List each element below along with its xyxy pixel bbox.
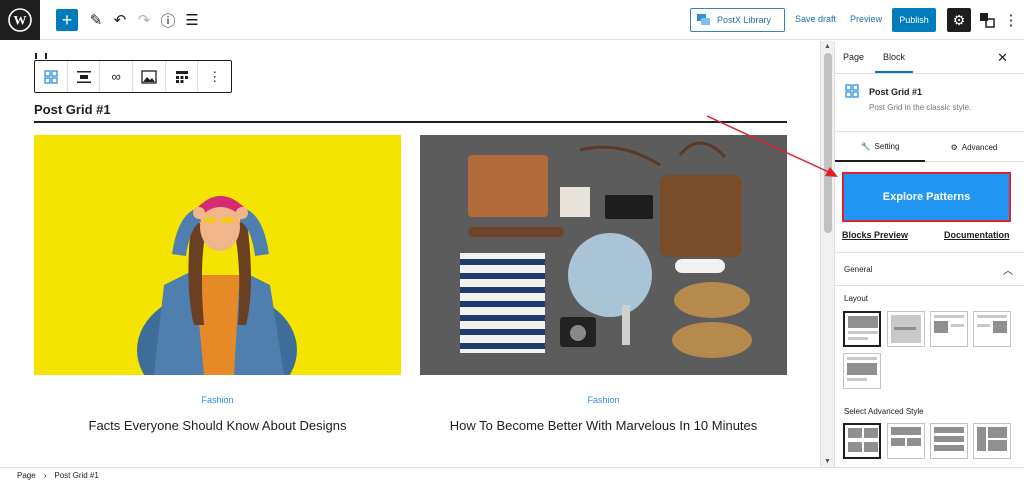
post-grid-block-icon[interactable]: [35, 61, 68, 92]
table-layout-icon[interactable]: [166, 61, 199, 92]
chevron-right-icon: ›: [43, 471, 47, 480]
wrench-icon: 🔧: [860, 141, 871, 151]
block-toolbar: ∞ ⋮: [34, 60, 232, 93]
heading-fragment: [35, 53, 47, 59]
layout-option-1[interactable]: [843, 311, 881, 347]
postx-sidebar-icon[interactable]: [975, 8, 999, 32]
block-card: Post Grid #1 Post Grid in the classic st…: [835, 74, 1024, 132]
layout-label: Layout: [844, 294, 869, 303]
general-label: General: [844, 265, 873, 274]
postx-library-button[interactable]: PostX Library: [690, 8, 785, 32]
post-category-2[interactable]: Fashion: [420, 395, 787, 405]
wordpress-logo-icon[interactable]: W: [0, 0, 40, 40]
tab-block[interactable]: Block: [875, 52, 914, 73]
advanced-style-option-4[interactable]: [973, 423, 1011, 459]
align-icon[interactable]: [68, 61, 101, 92]
explore-patterns-button[interactable]: Explore Patterns: [842, 172, 1011, 222]
advanced-style-label: Select Advanced Style: [844, 407, 924, 416]
chevron-up-icon[interactable]: ︿: [1003, 262, 1013, 277]
advanced-style-option-3[interactable]: [930, 423, 968, 459]
gear-icon: ⚙: [950, 142, 958, 152]
layout-option-2[interactable]: [887, 311, 925, 347]
setting-tabs: 🔧 Setting ⚙ Advanced: [835, 132, 1024, 162]
postx-library-label: PostX Library: [717, 15, 772, 25]
image-icon[interactable]: [133, 61, 166, 92]
block-description: Post Grid in the classic style.: [869, 103, 972, 112]
add-block-button[interactable]: +: [56, 9, 78, 31]
svg-text:W: W: [14, 13, 27, 28]
scroll-up-icon[interactable]: ▲: [824, 43, 831, 50]
post-title-1[interactable]: Facts Everyone Should Know About Designs: [34, 418, 401, 433]
info-icon[interactable]: ⓘ: [156, 8, 180, 32]
canvas-scrollbar[interactable]: ▲ ▼: [820, 41, 834, 467]
breadcrumb-page[interactable]: Page: [17, 471, 36, 480]
block-options-icon[interactable]: ⋮: [198, 61, 231, 92]
sidebar-tabs: Page Block ✕: [835, 41, 1024, 74]
editor-top-bar: W + ✎ ↶ ↷ ⓘ ☰ PostX Library Save draft P…: [0, 0, 1024, 40]
pencil-tools-icon[interactable]: ✎: [84, 8, 108, 32]
tab-page[interactable]: Page: [843, 52, 864, 62]
documentation-link[interactable]: Documentation: [944, 230, 1010, 240]
publish-button[interactable]: Publish: [892, 8, 936, 32]
post-image-2[interactable]: [420, 135, 787, 375]
link-icon[interactable]: ∞: [100, 61, 134, 92]
advanced-style-option-2[interactable]: [887, 423, 925, 459]
more-options-icon[interactable]: ⋮: [999, 8, 1023, 32]
tab-setting-label: Setting: [874, 141, 900, 151]
save-draft-button[interactable]: Save draft: [795, 14, 836, 24]
post-title-2[interactable]: How To Become Better With Marvelous In 1…: [420, 418, 787, 433]
preview-button[interactable]: Preview: [850, 14, 882, 24]
title-divider: [34, 121, 787, 123]
post-category-1[interactable]: Fashion: [34, 395, 401, 405]
layout-option-4[interactable]: [973, 311, 1011, 347]
post-image-1[interactable]: [34, 135, 401, 375]
settings-gear-icon[interactable]: ⚙: [947, 8, 971, 32]
scroll-thumb[interactable]: [824, 53, 832, 233]
breadcrumb: Page › Post Grid #1: [0, 467, 1024, 483]
scroll-down-icon[interactable]: ▼: [824, 458, 831, 465]
close-icon[interactable]: ✕: [997, 50, 1008, 66]
settings-sidebar: Page Block ✕ Post Grid #1 Post Grid in t…: [834, 41, 1024, 467]
post-grid-icon: [845, 84, 859, 98]
postx-library-icon: [697, 14, 711, 26]
blocks-preview-link[interactable]: Blocks Preview: [842, 230, 908, 240]
tab-setting[interactable]: 🔧 Setting: [835, 132, 925, 162]
tab-advanced[interactable]: ⚙ Advanced: [929, 132, 1019, 162]
list-view-icon[interactable]: ☰: [180, 8, 204, 32]
block-name: Post Grid #1: [869, 87, 923, 97]
undo-icon[interactable]: ↶: [108, 8, 132, 32]
advanced-style-option-1[interactable]: [843, 423, 881, 459]
post-grid-title: Post Grid #1: [34, 102, 111, 117]
redo-icon[interactable]: ↷: [132, 8, 156, 32]
layout-option-5[interactable]: [843, 353, 881, 389]
tab-advanced-label: Advanced: [961, 142, 998, 152]
general-section-header[interactable]: General ︿: [835, 252, 1024, 286]
breadcrumb-post-grid[interactable]: Post Grid #1: [54, 471, 98, 480]
layout-option-3[interactable]: [930, 311, 968, 347]
